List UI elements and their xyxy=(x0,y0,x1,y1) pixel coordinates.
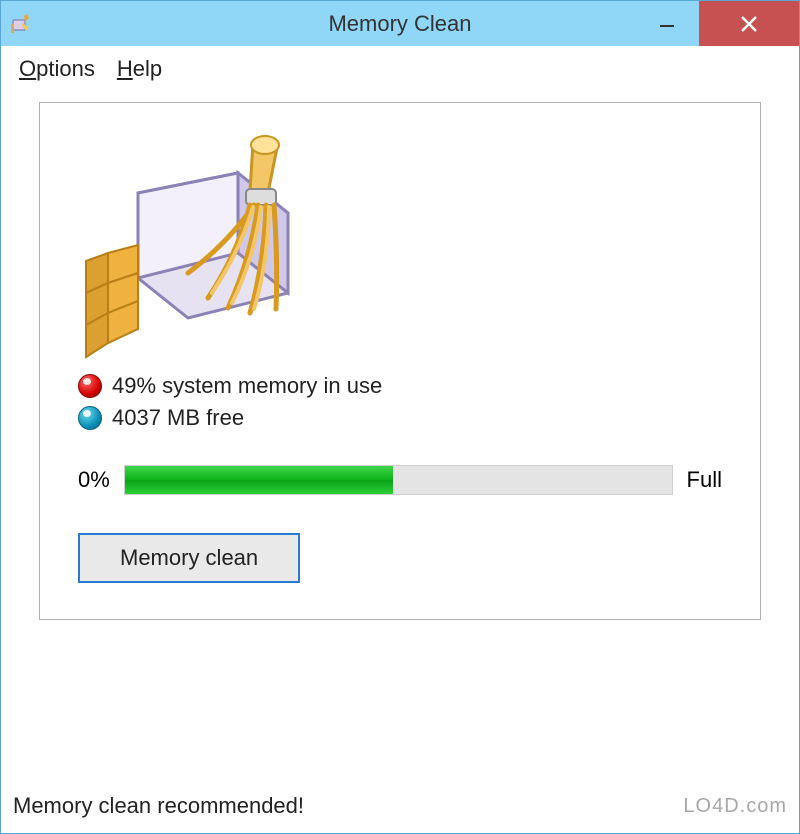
memory-in-use-label: 49% system memory in use xyxy=(112,373,382,399)
progress-row: 0% Full xyxy=(78,465,722,495)
memory-free-label: 4037 MB free xyxy=(112,405,244,431)
progress-left-label: 0% xyxy=(78,467,110,493)
minimize-button[interactable] xyxy=(634,1,699,46)
main-panel: 49% system memory in use 4037 MB free 0%… xyxy=(39,102,761,620)
red-orb-icon xyxy=(78,374,102,398)
status-message: Memory clean recommended! xyxy=(13,793,304,819)
blue-orb-icon xyxy=(78,406,102,430)
memory-free-row: 4037 MB free xyxy=(78,405,732,431)
memory-clean-button[interactable]: Memory clean xyxy=(78,533,300,583)
menu-help[interactable]: Help xyxy=(117,56,162,82)
content-area: 49% system memory in use 4037 MB free 0%… xyxy=(1,90,799,833)
window-controls xyxy=(634,1,799,46)
app-icon xyxy=(9,12,33,36)
memory-progress-bar xyxy=(124,465,673,495)
statusbar: Memory clean recommended! LO4D.com xyxy=(1,779,799,833)
menubar: Options Help xyxy=(1,46,799,90)
memory-in-use-row: 49% system memory in use xyxy=(78,373,732,399)
menu-options[interactable]: Options xyxy=(19,56,95,82)
progress-fill xyxy=(125,466,393,494)
watermark: LO4D.com xyxy=(683,795,787,818)
close-button[interactable] xyxy=(699,1,799,46)
titlebar[interactable]: Memory Clean xyxy=(1,1,799,46)
memory-clean-hero-icon xyxy=(78,133,338,363)
progress-right-label: Full xyxy=(687,467,722,493)
app-window: Memory Clean Options Help xyxy=(0,0,800,834)
